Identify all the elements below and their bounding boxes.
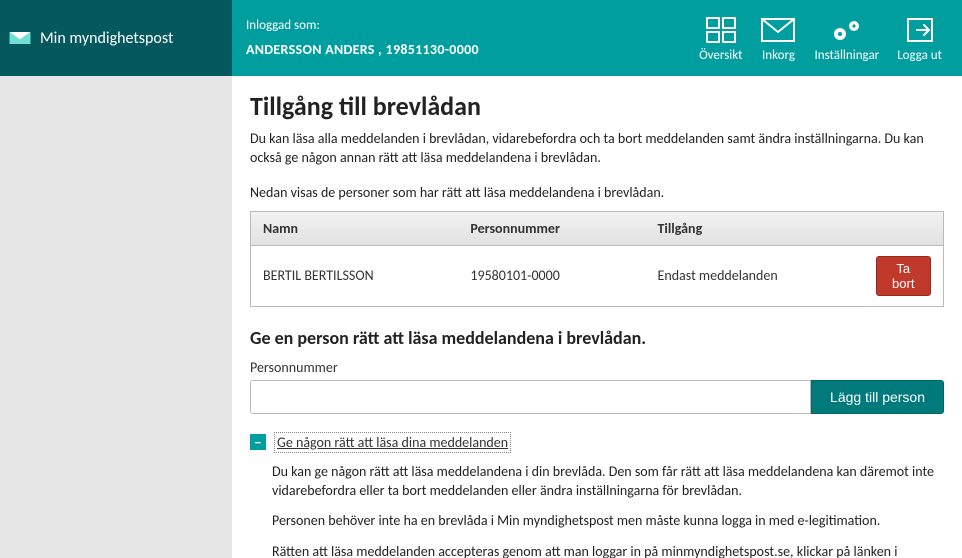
cell-name: BERTIL BERTILSSON xyxy=(251,245,459,306)
app-title: Min myndighetspost xyxy=(40,29,173,48)
sidebar: Min myndighetspost xyxy=(0,0,232,558)
add-person-button[interactable]: Lägg till person xyxy=(811,380,944,414)
header: Inloggad som: ANDERSSON ANDERS , 1985113… xyxy=(232,0,962,76)
content: Tillgång till brevlådan Du kan läsa alla… xyxy=(232,76,962,558)
help-p3: Rätten att läsa meddelanden accepteras g… xyxy=(272,543,944,558)
nav-logout[interactable]: Logga ut xyxy=(889,10,950,67)
nav-inbox-label: Inkorg xyxy=(762,48,795,63)
envelope-icon xyxy=(8,28,32,48)
grid-icon xyxy=(705,14,737,46)
nav-logout-label: Logga ut xyxy=(897,48,942,63)
help-p2: Personen behöver inte ha en brevlåda i M… xyxy=(272,512,944,531)
logout-icon xyxy=(905,14,935,46)
top-nav: Översikt Inkorg Inställningar xyxy=(691,10,950,67)
nav-settings[interactable]: Inställningar xyxy=(806,10,887,67)
page-title: Tillgång till brevlådan xyxy=(250,90,944,122)
remove-button[interactable]: Ta bort xyxy=(876,256,932,296)
logged-in-label: Inloggad som: xyxy=(246,18,691,33)
nav-overview-label: Översikt xyxy=(699,48,742,63)
th-actions xyxy=(864,211,944,245)
pnr-input[interactable] xyxy=(250,380,811,414)
pnr-label: Personnummer xyxy=(250,359,944,376)
logged-in-user: ANDERSSON ANDERS , 19851130-0000 xyxy=(246,41,691,58)
access-table: Namn Personnummer Tillgång BERTIL BERTIL… xyxy=(250,211,944,307)
cell-pnr: 19580101-0000 xyxy=(458,245,645,306)
help-toggle[interactable]: − Ge någon rätt att läsa dina meddelande… xyxy=(250,432,944,453)
help-body: Du kan ge någon rätt att läsa meddelande… xyxy=(250,463,944,558)
help-toggle-label: Ge någon rätt att läsa dina meddelanden xyxy=(274,432,511,453)
nav-overview[interactable]: Översikt xyxy=(691,10,750,67)
page-subdescription: Nedan visas de personer som har rätt att… xyxy=(250,184,944,203)
nav-settings-label: Inställningar xyxy=(814,48,879,63)
page-description: Du kan läsa alla meddelanden i brevlådan… xyxy=(250,130,944,168)
brand-bar: Min myndighetspost xyxy=(0,0,232,76)
th-name: Namn xyxy=(251,211,459,245)
gears-icon xyxy=(829,14,865,46)
table-row: BERTIL BERTILSSON 19580101-0000 Endast m… xyxy=(251,245,944,306)
nav-inbox[interactable]: Inkorg xyxy=(752,10,804,67)
mail-icon xyxy=(760,14,796,46)
cell-access: Endast meddelanden xyxy=(646,245,864,306)
grant-heading: Ge en person rätt att läsa meddelandena … xyxy=(250,327,944,349)
th-pnr: Personnummer xyxy=(458,211,645,245)
th-access: Tillgång xyxy=(646,211,864,245)
collapse-icon: − xyxy=(250,434,266,450)
help-p1: Du kan ge någon rätt att läsa meddelande… xyxy=(272,463,944,501)
